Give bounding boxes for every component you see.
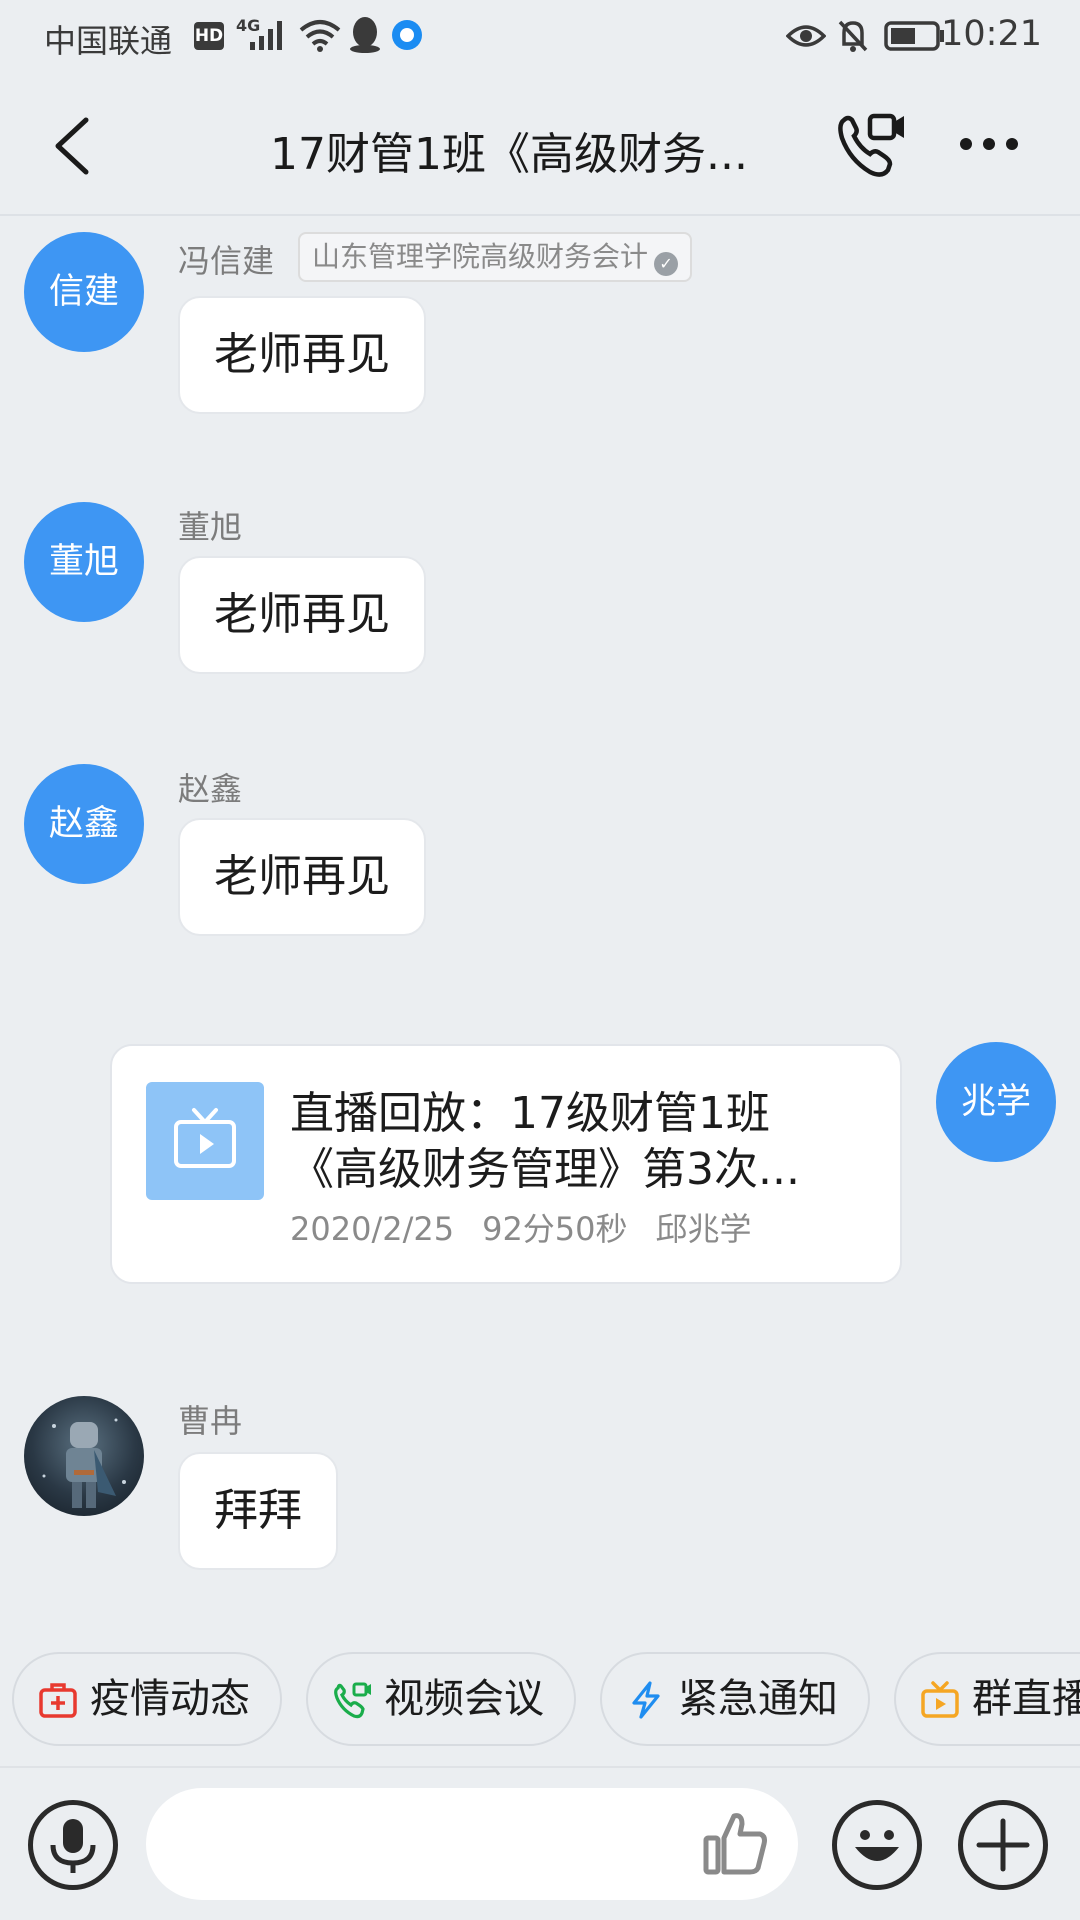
card-title-line2: 《高级财务管理》第3次... (290, 1144, 800, 1195)
video-call-icon[interactable] (834, 108, 908, 182)
chat-header: 17财管1班《高级财务... (0, 78, 1080, 216)
message-bubble[interactable]: 老师再见 (178, 556, 426, 674)
live-replay-card[interactable]: 直播回放：17级财管1班 《高级财务管理》第3次... 2020/2/25 92分… (110, 1044, 902, 1284)
chip-video-meeting[interactable]: 视频会议 (306, 1652, 576, 1746)
card-title-line1: 直播回放：17级财管1班 (290, 1088, 770, 1139)
qq-icon (350, 17, 380, 53)
message-bubble[interactable]: 老师再见 (178, 818, 426, 936)
back-icon[interactable] (46, 114, 96, 178)
card-date: 2020/2/25 (290, 1210, 455, 1248)
sender-name: 董旭 (178, 508, 243, 546)
sender-name: 赵鑫 (178, 770, 243, 808)
member-tag-label: 山东管理学院高级财务会计 (312, 240, 649, 273)
wifi-icon (299, 20, 341, 52)
member-tag: 山东管理学院高级财务会计 ✓ (298, 232, 693, 282)
chip-epidemic-updates[interactable]: 疫情动态 (12, 1652, 282, 1746)
message-bubble[interactable]: 拜拜 (178, 1452, 338, 1570)
mute-bell-icon (838, 20, 868, 52)
lightning-icon (632, 1681, 660, 1719)
live-tv-icon (921, 1681, 959, 1718)
avatar[interactable]: 赵鑫 (24, 764, 144, 884)
emoji-button[interactable] (832, 1800, 922, 1890)
avatar-photo-figure (42, 1418, 126, 1508)
chip-label: 视频会议 (384, 1676, 544, 1722)
sender-name: 冯信建 (178, 242, 275, 280)
voice-button[interactable] (28, 1800, 118, 1890)
chat-title: 17财管1班《高级财务... (270, 129, 748, 180)
chip-group-live[interactable]: 群直播 (894, 1652, 1080, 1746)
card-host: 邱兆学 (655, 1210, 752, 1248)
plus-icon (976, 1818, 1030, 1872)
card-thumbnail (146, 1082, 264, 1200)
card-title: 直播回放：17级财管1班 《高级财务管理》第3次... (290, 1086, 870, 1198)
tv-icon (174, 1108, 236, 1168)
sender-name: 曹冉 (178, 1402, 243, 1440)
clock: 10:21 (941, 14, 1042, 54)
chip-urgent-notice[interactable]: 紧急通知 (600, 1652, 870, 1746)
thumbs-up-icon[interactable] (700, 1808, 772, 1880)
signal-icon (250, 21, 282, 50)
emoji-icon (855, 1830, 899, 1861)
battery-icon (884, 21, 944, 51)
phone-video-icon (334, 1682, 371, 1719)
avatar[interactable]: 兆学 (936, 1042, 1056, 1162)
browser-icon (392, 20, 422, 50)
input-bar (0, 1766, 1080, 1920)
chip-label: 疫情动态 (90, 1676, 250, 1722)
message-bubble[interactable]: 老师再见 (178, 296, 426, 414)
chip-label: 紧急通知 (678, 1676, 838, 1722)
avatar[interactable] (24, 1396, 144, 1516)
plus-button[interactable] (958, 1800, 1048, 1890)
carrier-name: 中国联通 (44, 22, 173, 60)
eye-icon (786, 25, 826, 47)
card-meta: 2020/2/25 92分50秒 邱兆学 (290, 1204, 780, 1250)
microphone-icon (50, 1819, 96, 1873)
avatar[interactable]: 信建 (24, 232, 144, 352)
chip-label: 群直播 (972, 1676, 1080, 1722)
card-duration: 92分50秒 (482, 1210, 628, 1248)
hd-icon: HD (194, 22, 224, 50)
medical-kit-icon (39, 1683, 77, 1718)
status-bar: 中国联通 HD 4G 10:21 (0, 0, 1080, 78)
verified-icon: ✓ (654, 252, 679, 276)
more-icon[interactable] (956, 132, 1022, 156)
avatar[interactable]: 董旭 (24, 502, 144, 622)
